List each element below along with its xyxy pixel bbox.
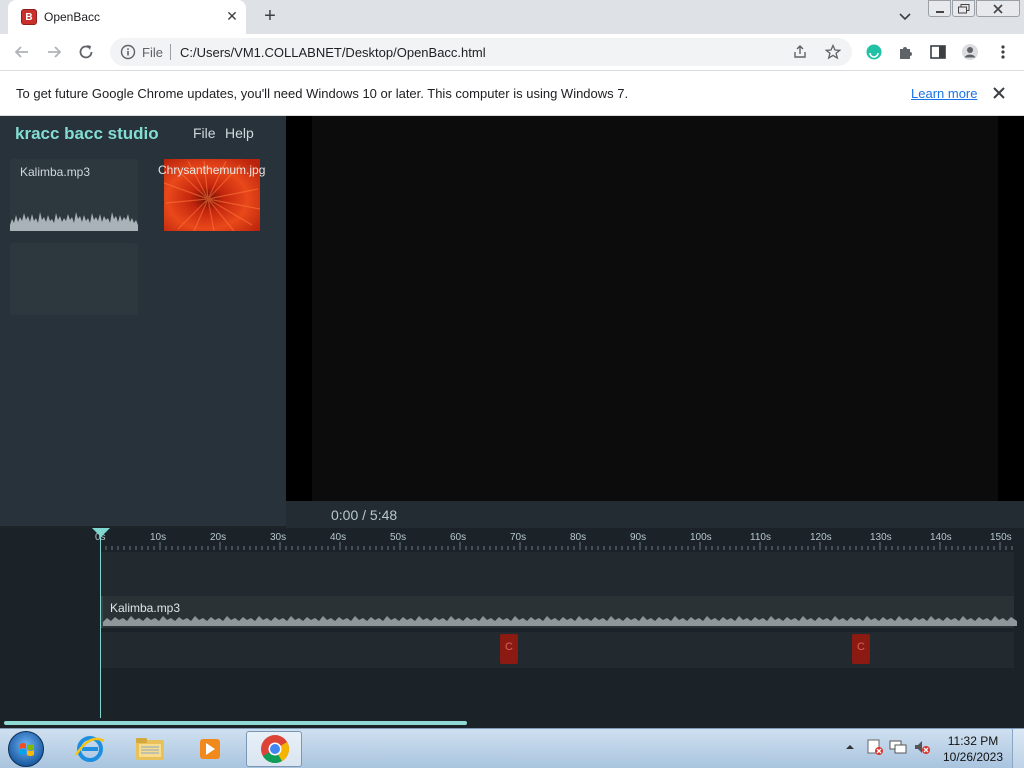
infobar-close-icon[interactable] — [990, 84, 1008, 102]
site-info-icon[interactable] — [120, 44, 136, 60]
image-clip-letter: C — [505, 641, 513, 653]
time-display: 0:00 / 5:48 — [331, 507, 398, 523]
folder-icon — [136, 738, 164, 760]
browser-tab-strip: B OpenBacc ✕ + — [0, 0, 1024, 34]
start-button[interactable] — [8, 731, 44, 767]
clock-date: 10/26/2023 — [942, 750, 1004, 764]
window-controls — [928, 0, 1021, 18]
menu-help[interactable]: Help — [225, 125, 254, 141]
ruler-tick-label: 10s — [150, 532, 167, 543]
profile-avatar-icon[interactable] — [961, 43, 979, 61]
playhead-handle[interactable] — [92, 528, 110, 537]
tab-title: OpenBacc — [44, 10, 101, 24]
media-library-panel: kracc bacc studio File Help Kalimba.mp3 — [0, 116, 286, 526]
windows-taskbar: 11:32 PM 10/26/2023 — [0, 728, 1024, 768]
asset-audio[interactable]: Kalimba.mp3 — [10, 159, 138, 231]
address-bar[interactable]: File C:/Users/VM1.COLLABNET/Desktop/Open… — [110, 38, 852, 66]
ruler-tick-label: 50s — [390, 532, 407, 543]
ruler-tick-label: 80s — [570, 532, 587, 543]
forward-arrow-icon[interactable] — [44, 42, 64, 62]
image-track — [100, 632, 1014, 668]
show-desktop-button[interactable] — [1012, 729, 1024, 768]
taskbar-chrome[interactable] — [246, 731, 302, 767]
clock-time: 11:32 PM — [947, 734, 999, 748]
taskbar-clock[interactable]: 11:32 PM 10/26/2023 — [940, 733, 1006, 765]
ruler-tick-label: 120s — [810, 532, 832, 543]
asset-empty-slot[interactable] — [10, 243, 138, 315]
extensions-puzzle-icon[interactable] — [897, 43, 915, 61]
audio-clip-waveform — [103, 616, 1017, 626]
side-panel-icon[interactable] — [929, 43, 947, 61]
app-brand: kracc bacc studio — [15, 124, 159, 143]
bookmark-star-icon[interactable] — [825, 44, 841, 60]
windows-logo-icon — [20, 743, 34, 756]
ruler-tick-label: 90s — [630, 532, 647, 543]
media-player-icon — [200, 739, 220, 759]
ruler-tick-label: 130s — [870, 532, 892, 543]
ruler-tick-label: 20s — [210, 532, 227, 543]
window-close-button[interactable] — [976, 0, 1020, 17]
timeline-track-empty — [100, 552, 1014, 596]
url-scheme: File — [142, 45, 163, 60]
transport-bar: 0:00 / 5:48 — [286, 501, 1024, 528]
ruler-tick-label: 60s — [450, 532, 467, 543]
tab-close-icon[interactable]: ✕ — [224, 8, 240, 24]
timeline: 0s10s20s30s40s50s60s70s80s90s100s110s120… — [0, 528, 1024, 728]
app-favicon-icon: B — [21, 9, 37, 25]
internet-explorer-icon — [74, 736, 105, 762]
image-clip[interactable]: C — [500, 634, 518, 664]
chrome-menu-icon[interactable] — [994, 43, 1012, 61]
ruler-tick-label: 70s — [510, 532, 527, 543]
ruler-tick-label: 30s — [270, 532, 287, 543]
video-preview — [286, 116, 1024, 501]
taskbar-internet-explorer[interactable] — [62, 731, 118, 767]
ruler-tick-label: 110s — [750, 532, 771, 543]
reload-icon[interactable] — [76, 42, 96, 62]
infobar-message: To get future Google Chrome updates, you… — [16, 86, 629, 101]
ruler-tick-label: 150s — [990, 532, 1012, 543]
audio-clip[interactable] — [100, 596, 1017, 628]
taskbar-media-player[interactable] — [182, 731, 238, 767]
restore-button[interactable] — [952, 0, 975, 17]
timeline-scrollbar[interactable] — [4, 721, 467, 725]
tray-network-icon[interactable] — [889, 737, 907, 757]
playhead-line — [100, 528, 101, 718]
share-icon[interactable] — [792, 44, 808, 60]
ruler-ticks — [100, 542, 1013, 550]
ruler-tick-label: 140s — [930, 532, 952, 543]
browser-tab[interactable]: B OpenBacc ✕ — [8, 0, 246, 34]
image-clip-letter: C — [857, 641, 865, 653]
browser-toolbar: File C:/Users/VM1.COLLABNET/Desktop/Open… — [0, 34, 1024, 71]
back-arrow-icon[interactable] — [12, 42, 32, 62]
image-clip[interactable]: C — [852, 634, 870, 664]
preview-canvas — [312, 116, 998, 501]
asset-image-label: Chrysanthemum.jpg — [158, 163, 266, 177]
asset-audio-label: Kalimba.mp3 — [20, 165, 91, 179]
new-tab-button[interactable]: + — [258, 6, 282, 28]
tray-volume-muted-icon[interactable] — [913, 737, 931, 757]
audio-waveform-thumbnail — [10, 212, 138, 231]
menu-file[interactable]: File — [193, 125, 216, 141]
url-text[interactable]: C:/Users/VM1.COLLABNET/Desktop/OpenBacc.… — [180, 45, 486, 60]
ruler-tick-label: 100s — [690, 532, 712, 543]
extension-green-icon[interactable] — [865, 43, 883, 61]
omnibox-divider — [170, 44, 171, 60]
app-root: kracc bacc studio File Help Kalimba.mp3 — [0, 116, 1024, 728]
tray-expand-chevron-icon[interactable] — [843, 737, 857, 757]
ruler-tick-label: 40s — [330, 532, 347, 543]
audio-clip-label: Kalimba.mp3 — [110, 601, 181, 615]
chrome-logo-icon — [261, 735, 289, 763]
minimize-button[interactable] — [928, 0, 951, 17]
taskbar-file-explorer[interactable] — [122, 731, 178, 767]
tab-search-chevron-icon[interactable] — [896, 8, 914, 26]
tray-action-center-icon[interactable] — [866, 737, 884, 757]
update-infobar: To get future Google Chrome updates, you… — [0, 71, 1024, 116]
learn-more-link[interactable]: Learn more — [911, 86, 977, 101]
